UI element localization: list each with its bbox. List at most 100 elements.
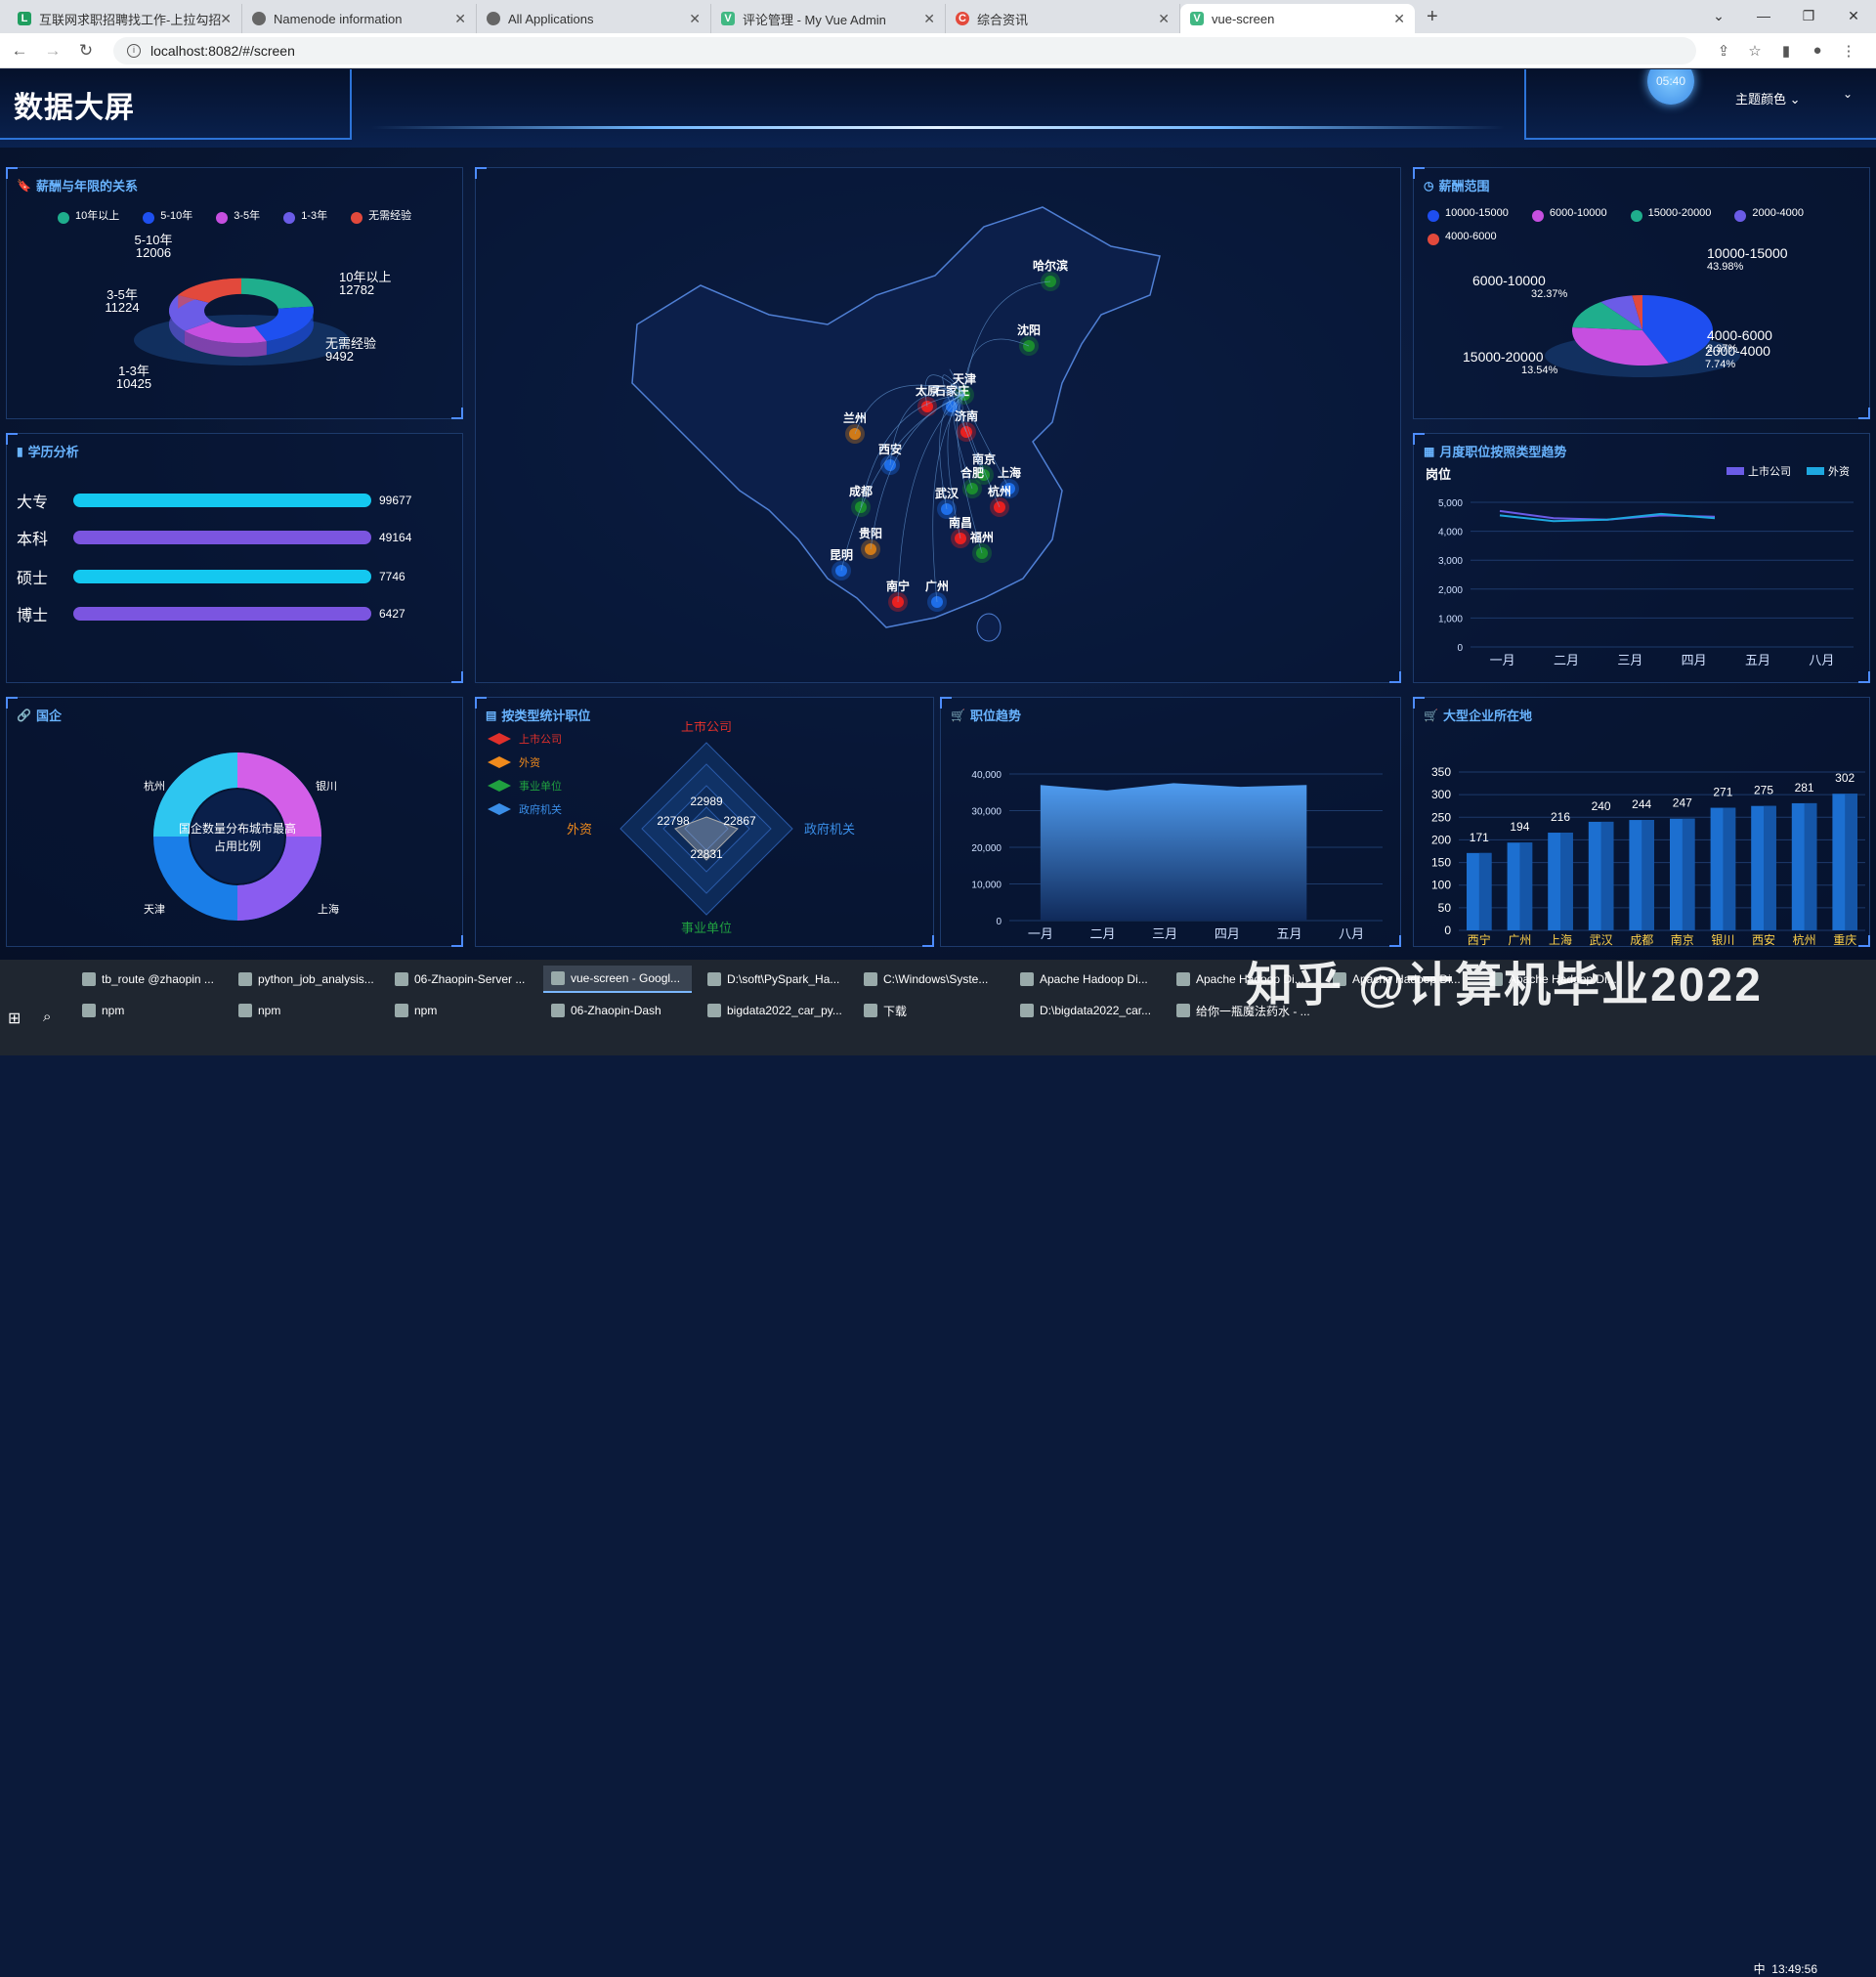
close-icon[interactable]: ✕ <box>1158 11 1170 27</box>
education-label: 本科 <box>17 532 49 548</box>
browser-tab[interactable]: L 互联网求职招聘找工作-上拉勾招 ✕ <box>8 4 242 33</box>
pie-label-name: 6000-10000 <box>1472 273 1546 288</box>
donut-label: 上海 <box>318 902 339 916</box>
bar: 281 杭州 <box>1791 781 1817 947</box>
bar-shade <box>1804 802 1817 930</box>
taskbar-item-label: 06-Zhaopin-Server ... <box>414 972 526 986</box>
bar-value-label: 275 <box>1754 784 1773 797</box>
taskbar-item-label: D:\bigdata2022_car... <box>1040 1004 1152 1017</box>
search-icon[interactable]: ⌕ <box>43 1009 51 1025</box>
taskbar-item[interactable]: 06-Zhaopin-Dash <box>543 997 692 1024</box>
minimize-button[interactable]: — <box>1741 0 1786 31</box>
legend-item[interactable]: 2000-4000 <box>1734 207 1815 225</box>
education-bar[interactable] <box>73 607 371 621</box>
close-icon[interactable]: ✕ <box>1393 11 1405 27</box>
taskbar-item[interactable]: npm <box>387 997 535 1024</box>
info-icon[interactable]: i <box>127 43 141 58</box>
pie-label: 1-3年10425 <box>116 364 151 391</box>
salary-range-pie: 10000-1500043.98% 6000-1000032.37% 4000-60… <box>1463 245 1788 377</box>
share-icon[interactable]: ⇪ <box>1708 42 1739 60</box>
taskbar-item[interactable]: npm <box>74 997 223 1024</box>
x-tick-label: 西安 <box>1752 932 1775 947</box>
city-label: 沈阳 <box>1017 322 1041 337</box>
browser-tab[interactable]: All Applications ✕ <box>477 4 711 33</box>
legend-label: 10000-15000 <box>1445 207 1509 219</box>
theme-color-dropdown[interactable]: 主题颜色 ⌄ <box>1735 89 1801 107</box>
pie-label: 10年以上12782 <box>339 270 391 297</box>
app-icon <box>1020 972 1034 986</box>
menu-icon[interactable]: ⋮ <box>1833 42 1864 60</box>
clock-time[interactable]: 13:49:56 <box>1771 1962 1817 1976</box>
y-tick-label: 40,000 <box>971 770 1002 781</box>
close-window-button[interactable]: ✕ <box>1831 0 1876 31</box>
city-label: 武汉 <box>935 486 959 500</box>
url-field[interactable]: i localhost:8082/#/screen <box>113 36 1696 64</box>
browser-tab[interactable]: Namenode information ✕ <box>242 4 477 33</box>
app-icon <box>707 1004 721 1017</box>
taskbar-item[interactable]: Apache Hadoop Di... <box>1012 966 1161 993</box>
taskbar-item[interactable]: python_job_analysis... <box>231 966 379 993</box>
legend-label: 4000-6000 <box>1445 231 1497 242</box>
pie-label-name: 10000-15000 <box>1707 245 1788 261</box>
taskbar-item-label: tb_route @zhaopin ... <box>102 972 214 986</box>
windows-start-icon[interactable]: ⊞ <box>8 1009 21 1028</box>
close-icon[interactable]: ✕ <box>689 11 701 27</box>
profile-icon[interactable]: ● <box>1802 42 1833 60</box>
browser-tab[interactable]: C 综合资讯 ✕ <box>946 4 1180 33</box>
restore-button[interactable]: ❐ <box>1786 0 1831 31</box>
close-icon[interactable]: ✕ <box>923 11 935 27</box>
ime-indicator[interactable]: 中 <box>1754 1962 1766 1976</box>
taskbar-item[interactable]: D:\bigdata2022_car... <box>1012 997 1161 1024</box>
legend-swatch <box>1727 467 1744 475</box>
bar-value-label: 247 <box>1673 796 1692 810</box>
taskbar-item[interactable]: C:\Windows\Syste... <box>856 966 1004 993</box>
chevron-down-icon[interactable]: ⌄ <box>1696 0 1741 31</box>
education-value: 99677 <box>379 494 412 507</box>
y-tick-label: 20,000 <box>971 843 1002 854</box>
city-label: 合肥 <box>960 465 984 480</box>
cart-icon: 🛒 <box>951 708 965 722</box>
taskbar-item[interactable]: 下载 <box>856 997 1004 1024</box>
bar-value-label: 240 <box>1592 799 1611 813</box>
browser-tab[interactable]: V 评论管理 - My Vue Admin ✕ <box>711 4 946 33</box>
forward-button[interactable]: → <box>39 41 66 61</box>
taskbar-item[interactable]: npm <box>231 997 379 1024</box>
education-bar[interactable] <box>73 570 371 583</box>
x-tick-label: 广州 <box>1508 933 1531 947</box>
close-icon[interactable]: ✕ <box>220 11 232 27</box>
page-title: 数据大屏 <box>14 92 135 124</box>
x-tick-label: 二月 <box>1089 926 1115 941</box>
bar: 271 银川 <box>1710 786 1736 947</box>
taskbar-item[interactable]: 06-Zhaopin-Server ... <box>387 966 535 993</box>
education-bar[interactable] <box>73 531 371 544</box>
legend-item[interactable]: 10000-15000 <box>1428 207 1520 225</box>
taskbar-item[interactable]: vue-screen - Googl... <box>543 966 692 993</box>
window-controls: ⌄ — ❐ ✕ <box>1696 0 1876 31</box>
taskbar-item-label: npm <box>414 1004 438 1017</box>
reload-button[interactable]: ↻ <box>72 41 100 61</box>
close-icon[interactable]: ✕ <box>454 11 466 27</box>
city-label: 南宁 <box>886 579 910 593</box>
legend-item: 政府机关 <box>488 802 562 816</box>
sidebar-icon[interactable]: ▮ <box>1770 42 1802 60</box>
header-glow-line <box>371 126 1505 129</box>
new-tab-button[interactable]: + <box>1427 6 1438 28</box>
browser-tab-active[interactable]: Vvue-screen ✕ <box>1180 4 1415 33</box>
legend-swatch <box>1807 467 1824 475</box>
back-button[interactable]: ← <box>6 41 33 61</box>
taskbar-item[interactable]: tb_route @zhaopin ... <box>74 966 223 993</box>
bar-shade <box>1478 852 1492 930</box>
education-bar[interactable] <box>73 494 371 507</box>
taskbar-item[interactable]: bigdata2022_car_py... <box>700 997 848 1024</box>
legend-item[interactable]: 6000-10000 <box>1531 207 1619 225</box>
pie-label-value: 11224 <box>105 300 139 315</box>
star-icon[interactable]: ☆ <box>1739 42 1770 60</box>
chevron-down-icon[interactable]: ⌄ <box>1843 87 1853 101</box>
app-icon <box>551 971 565 985</box>
legend-item[interactable]: 15000-20000 <box>1630 207 1724 225</box>
taskbar-item-label: npm <box>102 1004 125 1017</box>
taskbar-item[interactable]: D:\soft\PySpark_Ha... <box>700 966 848 993</box>
bar-shade <box>1600 821 1614 930</box>
x-tick-label: 八月 <box>1809 653 1834 667</box>
url-text: localhost:8082/#/screen <box>150 42 295 59</box>
